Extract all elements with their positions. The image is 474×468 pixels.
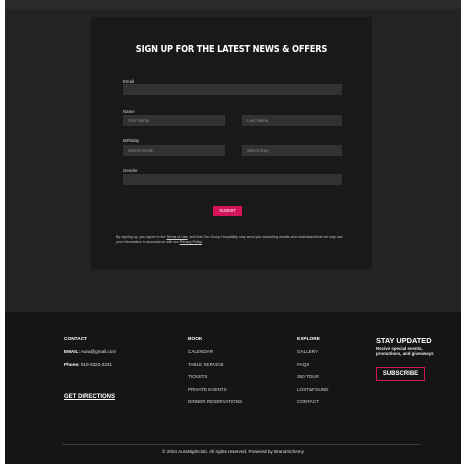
contact-phone: Phone: 010-3323-2231 [64,362,112,367]
copyright-text: © 2024 AuraNightclub. All rights reserve… [162,449,304,454]
birthday-day-select[interactable] [242,145,342,156]
contact-email-value[interactable]: Aura@gmail.com [80,349,116,354]
gender-input[interactable] [123,174,342,185]
legal-text-end: . [201,240,203,244]
first-name-input[interactable] [123,115,225,126]
book-link-table-service[interactable]: TABLE SERVICE [188,362,224,367]
explore-link-contact[interactable]: CONTACT [297,399,319,404]
email-input[interactable] [123,84,342,95]
birthday-label: Birthday [123,138,140,143]
footer-divider [62,444,421,445]
contact-email-label: EMAIL: [64,349,80,354]
explore-heading: EXPLORE [297,337,320,342]
explore-link-gallery[interactable]: GALLERY [297,349,318,354]
birthday-month-select[interactable] [123,145,225,156]
subscribe-button[interactable]: SUBSCRIBE [376,367,425,381]
signup-title: SIGN UP FOR THE LATEST NEWS & OFFERS [135,44,328,55]
privacy-policy-link[interactable]: Privacy Policy [180,240,202,244]
top-strip [5,0,461,9]
book-link-private-events[interactable]: PRIVATE EVENTS [188,387,227,392]
terms-of-use-link[interactable]: Terms of Use [166,235,187,239]
page: SIGN UP FOR THE LATEST NEWS & OFFERS Ema… [5,0,461,464]
explore-link-lost-found[interactable]: LOST&FOUND [297,387,328,392]
stay-updated-subtitle: Recive special events, promotions, and g… [376,346,434,357]
explore-link-faqs[interactable]: FAQS [297,362,309,367]
name-label: Name [123,109,135,114]
contact-heading: CONTACT [64,337,88,342]
contact-phone-label: Phone: [64,362,80,367]
last-name-input[interactable] [242,115,342,126]
signup-form: SIGN UP FOR THE LATEST NEWS & OFFERS Ema… [91,17,372,269]
browser-viewport: SIGN UP FOR THE LATEST NEWS & OFFERS Ema… [0,0,474,468]
stay-updated-title: STAY UPDATED [376,336,432,345]
book-heading: BOOK [188,337,203,342]
book-link-tickets[interactable]: TICKETS [188,374,207,379]
footer: CONTACT EMAIL: Aura@gmail.com Phone: 010… [5,312,461,464]
contact-phone-value[interactable]: 010-3323-2231 [80,362,112,367]
book-link-calendar[interactable]: CALENDAR [188,349,213,354]
contact-email: EMAIL: Aura@gmail.com [64,349,116,354]
gender-label: Gender [123,168,138,173]
legal-text-start: By signing up, you agree to the [116,235,167,239]
book-link-dinner-reservations[interactable]: DINNER RESERVATIONS [188,399,242,404]
legal-text: By signing up, you agree to the Terms of… [116,235,348,245]
submit-button[interactable]: SUBMIT [213,206,242,216]
get-directions-link[interactable]: GET DIRECTIONS [64,394,115,400]
explore-link-360-tour[interactable]: 360 TOUR [297,374,319,379]
